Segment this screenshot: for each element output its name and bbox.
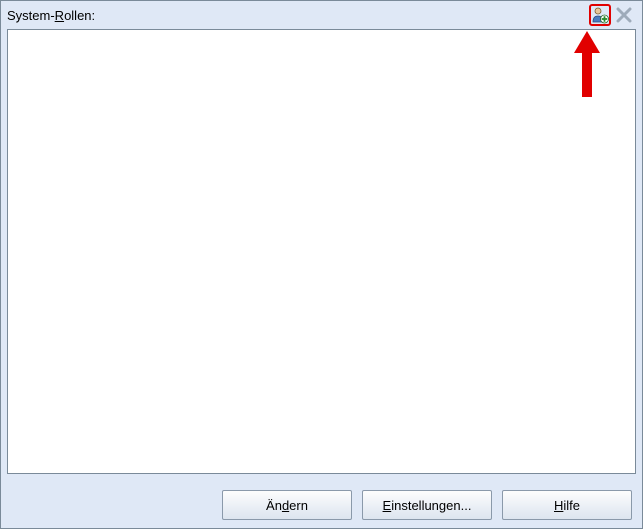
header-row: System-Rollen: [7, 4, 636, 26]
settings-button[interactable]: Einstellungen... [362, 490, 492, 520]
settings-mnemonic: E [383, 498, 392, 513]
label-part-pre: System- [7, 8, 55, 23]
remove-role-icon [615, 6, 633, 24]
system-roles-label: System-Rollen: [7, 8, 95, 23]
label-part-post: ollen: [64, 8, 95, 23]
add-role-button[interactable] [589, 4, 611, 26]
remove-role-button[interactable] [613, 4, 635, 26]
label-mnemonic: R [55, 8, 64, 23]
roles-list[interactable] [7, 29, 636, 474]
button-bar: Ändern Einstellungen... Hilfe [1, 490, 642, 520]
change-pre: Än [266, 498, 282, 513]
help-button[interactable]: Hilfe [502, 490, 632, 520]
system-roles-panel: System-Rollen: [0, 0, 643, 529]
change-button[interactable]: Ändern [222, 490, 352, 520]
change-post: ern [289, 498, 308, 513]
add-role-icon [591, 6, 609, 24]
help-post: ilfe [563, 498, 580, 513]
help-mnemonic: H [554, 498, 563, 513]
settings-post: instellungen... [391, 498, 471, 513]
